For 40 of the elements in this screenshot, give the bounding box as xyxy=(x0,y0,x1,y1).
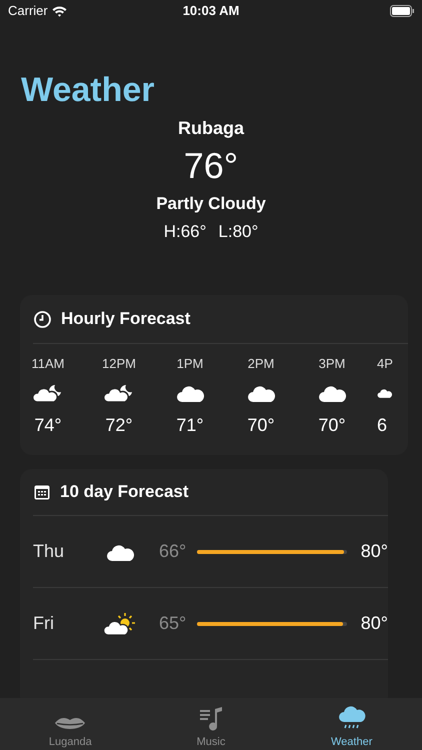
day-label: Fri xyxy=(33,612,55,635)
music-note-icon xyxy=(198,706,224,732)
hour-temperature: 70° xyxy=(318,414,346,436)
page-title: Weather xyxy=(21,70,156,110)
hour-label: 11AM xyxy=(32,356,64,372)
clock-icon xyxy=(34,310,51,328)
calendar-icon xyxy=(34,484,50,500)
day-label: Thu xyxy=(33,540,66,563)
hour-temperature: 74° xyxy=(34,414,62,436)
low-temperature: 66° xyxy=(159,540,188,563)
tab-item[interactable]: Weather xyxy=(281,698,422,750)
section-title: 10 day Forecast xyxy=(60,481,189,504)
clock-time: 10:03 AM xyxy=(182,2,240,20)
hour-label: 1PM xyxy=(176,356,204,372)
low-temperature: L:80° xyxy=(218,221,258,243)
hour-label: 12PM xyxy=(102,356,136,372)
wifi-icon xyxy=(52,6,67,16)
city-name: Rubaga xyxy=(178,117,244,140)
hour-label: 3PM xyxy=(318,356,346,372)
hour-temperature: 72° xyxy=(105,414,133,436)
section-title: Hourly Forecast xyxy=(61,308,190,330)
hour-label: 2PM xyxy=(248,356,274,372)
low-temperature: 65° xyxy=(159,612,188,635)
high-temperature: H:66° xyxy=(164,221,206,243)
cloud-moon-icon xyxy=(33,382,63,404)
high-temperature: 80° xyxy=(360,612,388,635)
cloud-sun-icon xyxy=(104,612,136,636)
hour-temperature: 6 xyxy=(377,414,388,436)
condition-label: Partly Cloudy xyxy=(156,193,266,215)
tab-item[interactable]: Luganda xyxy=(0,698,141,750)
lips-icon xyxy=(54,716,86,732)
hour-label: 4P xyxy=(377,356,393,372)
current-temperature: 76° xyxy=(184,144,238,188)
cloud-moon-icon xyxy=(104,382,134,404)
tab-item[interactable]: Music xyxy=(140,698,282,750)
high-temperature: 80° xyxy=(360,540,388,563)
hour-temperature: 70° xyxy=(247,414,275,436)
carrier-label: Carrier xyxy=(8,2,48,20)
hour-temperature: 71° xyxy=(176,414,204,436)
battery-icon xyxy=(390,5,414,17)
